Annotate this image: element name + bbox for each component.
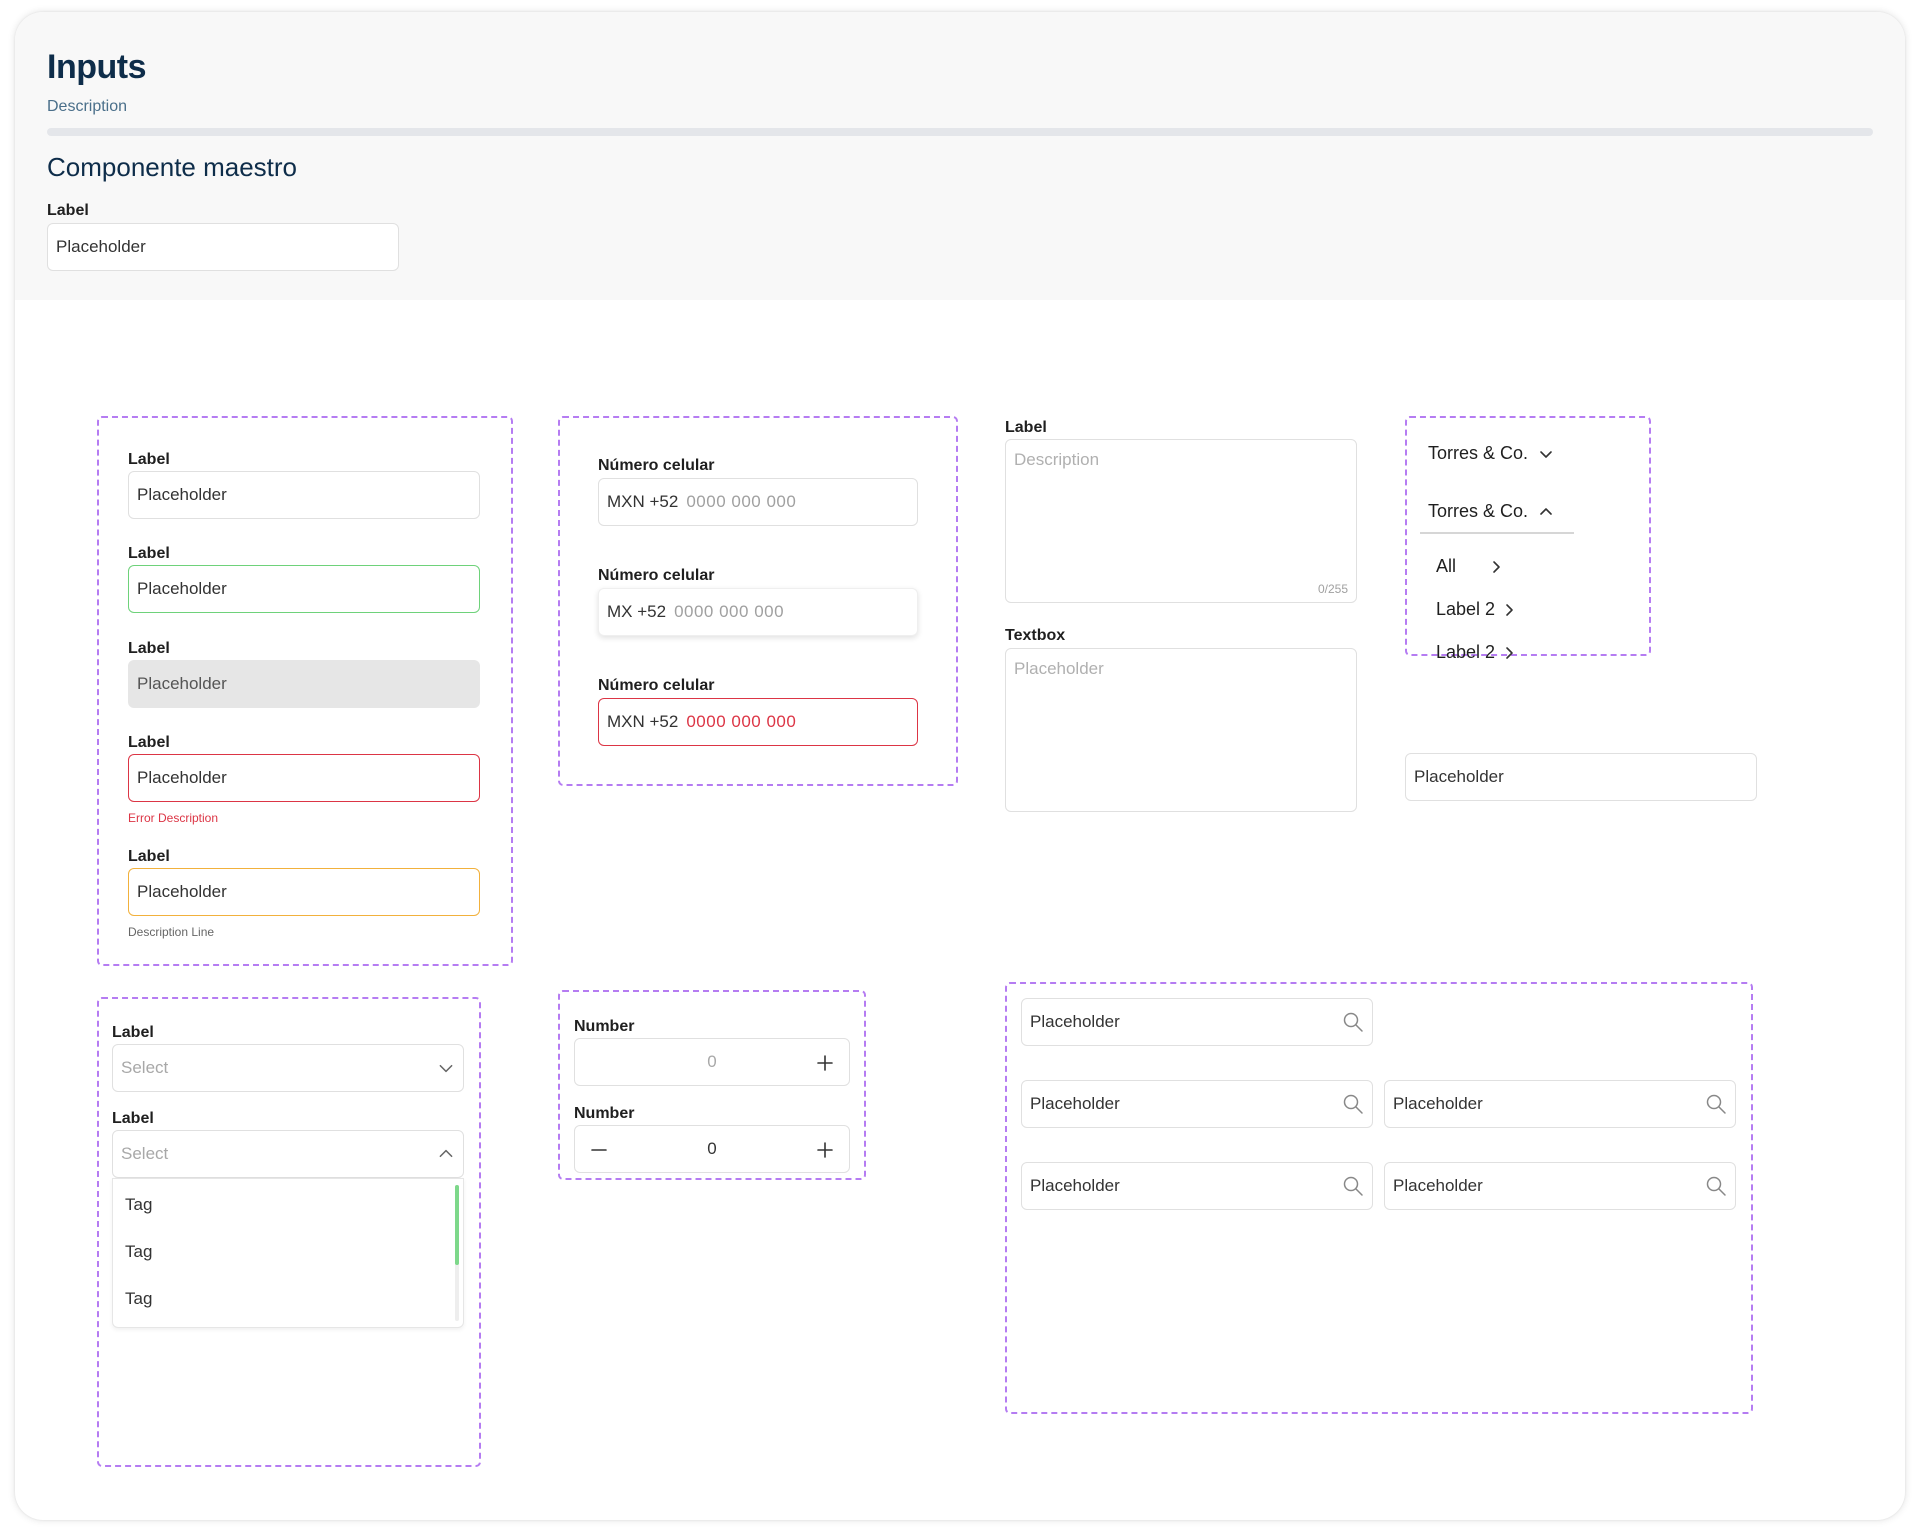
search-icon	[1343, 1012, 1363, 1032]
text-input-focus[interactable]: Placeholder	[128, 565, 480, 613]
country-code[interactable]: MXN +52	[607, 492, 678, 512]
select-placeholder: Select	[121, 1058, 169, 1077]
input-placeholder: Placeholder	[137, 579, 227, 598]
menu-divider	[1420, 532, 1574, 534]
input-label: Label	[128, 640, 170, 657]
page-description: Description	[47, 98, 128, 115]
phone-label: Número celular	[598, 677, 715, 694]
number-label: Number	[574, 1018, 635, 1035]
error-description: Error Description	[128, 811, 219, 825]
search-placeholder: Placeholder	[1030, 1094, 1120, 1113]
description-line: Description Line	[128, 925, 215, 939]
company-selector-collapsed[interactable]: Torres & Co.	[1428, 443, 1554, 464]
select-collapsed[interactable]: Select	[112, 1044, 464, 1092]
textarea-label: Label	[1005, 419, 1047, 436]
search-icon	[1343, 1176, 1363, 1196]
phone-number-placeholder: 0000 000 000	[686, 712, 797, 731]
textarea-label: Textbox	[1005, 627, 1066, 644]
chevron-up-icon	[1540, 507, 1552, 515]
select-label: Label	[112, 1110, 154, 1127]
textarea-placeholder: Placeholder	[1014, 659, 1104, 678]
search-icon	[1706, 1176, 1726, 1196]
input-placeholder: Placeholder	[137, 882, 227, 901]
plus-icon	[817, 1142, 833, 1158]
character-counter: 0/255	[1317, 582, 1348, 596]
chevron-up-icon	[439, 1149, 453, 1158]
textarea-placeholder: Description	[1014, 450, 1100, 469]
phone-number-placeholder: 0000 000 000	[686, 492, 797, 511]
phone-label: Número celular	[598, 457, 715, 474]
input-placeholder: Placeholder	[137, 768, 227, 787]
page-title: Inputs	[47, 48, 146, 86]
master-input-label: Label	[47, 202, 89, 219]
select-expanded[interactable]: Select	[112, 1130, 464, 1178]
plus-icon	[817, 1055, 833, 1071]
country-code[interactable]: MX +52	[607, 602, 666, 622]
input-placeholder: Placeholder	[137, 485, 227, 504]
standalone-input[interactable]: Placeholder	[1405, 753, 1757, 801]
menu-item-label: Label 2	[1436, 642, 1496, 662]
phone-label: Número celular	[598, 567, 715, 584]
text-input-default[interactable]: Placeholder	[128, 471, 480, 519]
menu-item-label-2[interactable]: Label 2	[1436, 599, 1517, 620]
search-input[interactable]: Placeholder	[1021, 998, 1373, 1046]
chevron-right-icon	[1506, 646, 1513, 659]
company-selector-expanded[interactable]: Torres & Co.	[1428, 501, 1554, 522]
textarea-with-counter[interactable]: Description 0/255	[1005, 439, 1357, 603]
input-label: Label	[128, 734, 170, 751]
header-divider	[47, 128, 1873, 136]
search-icon	[1706, 1094, 1726, 1114]
input-label: Label	[128, 545, 170, 562]
search-input[interactable]: Placeholder	[1021, 1080, 1373, 1128]
input-placeholder: Placeholder	[1414, 767, 1504, 786]
select-placeholder: Select	[121, 1144, 169, 1163]
select-label: Label	[112, 1024, 154, 1041]
menu-item-label-2[interactable]: Label 2	[1436, 642, 1517, 663]
number-stepper[interactable]: 0	[574, 1125, 850, 1173]
inputs-card: Inputs Description Componente maestro La…	[15, 12, 1905, 1520]
input-label: Label	[128, 848, 170, 865]
input-label: Label	[128, 451, 170, 468]
menu-item-label: All	[1436, 556, 1457, 576]
master-input[interactable]: Placeholder	[47, 223, 399, 271]
phone-input-error[interactable]: MXN +52 0000 000 000	[598, 698, 918, 746]
text-input-disabled: Placeholder	[128, 660, 480, 708]
menu-item-label: Label 2	[1436, 599, 1496, 619]
number-label: Number	[574, 1105, 635, 1122]
search-placeholder: Placeholder	[1030, 1176, 1120, 1195]
select-dropdown: Tag Tag Tag	[112, 1178, 464, 1328]
chevron-right-icon	[1493, 560, 1500, 573]
phone-input-default[interactable]: MXN +52 0000 000 000	[598, 478, 918, 526]
header: Inputs Description Componente maestro La…	[15, 12, 1905, 300]
phone-input-active[interactable]: MX +52 0000 000 000	[598, 588, 918, 636]
menu-item-all[interactable]: All	[1436, 556, 1504, 577]
chevron-down-icon	[439, 1064, 453, 1073]
company-name: Torres & Co.	[1428, 501, 1529, 521]
chevron-right-icon	[1506, 603, 1513, 616]
select-option[interactable]: Tag	[125, 1242, 152, 1262]
chevron-down-icon	[1540, 450, 1552, 458]
search-input[interactable]: Placeholder	[1021, 1162, 1373, 1210]
text-input-warning[interactable]: Placeholder	[128, 868, 480, 916]
input-placeholder: Placeholder	[137, 674, 227, 693]
country-code[interactable]: MXN +52	[607, 712, 678, 732]
search-input[interactable]: Placeholder	[1384, 1162, 1736, 1210]
section-title: Componente maestro	[47, 152, 298, 182]
master-input-placeholder: Placeholder	[56, 237, 146, 256]
increment-button[interactable]	[801, 1039, 849, 1087]
increment-button[interactable]	[801, 1126, 849, 1174]
select-option[interactable]: Tag	[125, 1289, 152, 1309]
search-icon	[1343, 1094, 1363, 1114]
phone-number-placeholder: 0000 000 000	[674, 602, 785, 621]
number-stepper[interactable]: 0	[574, 1038, 850, 1086]
text-input-error[interactable]: Placeholder	[128, 754, 480, 802]
select-option[interactable]: Tag	[125, 1195, 152, 1215]
company-name: Torres & Co.	[1428, 443, 1529, 463]
search-input[interactable]: Placeholder	[1384, 1080, 1736, 1128]
search-placeholder: Placeholder	[1393, 1176, 1483, 1195]
search-placeholder: Placeholder	[1393, 1094, 1483, 1113]
textbox[interactable]: Placeholder	[1005, 648, 1357, 812]
search-placeholder: Placeholder	[1030, 1012, 1120, 1031]
scrollbar-thumb[interactable]	[455, 1185, 459, 1265]
